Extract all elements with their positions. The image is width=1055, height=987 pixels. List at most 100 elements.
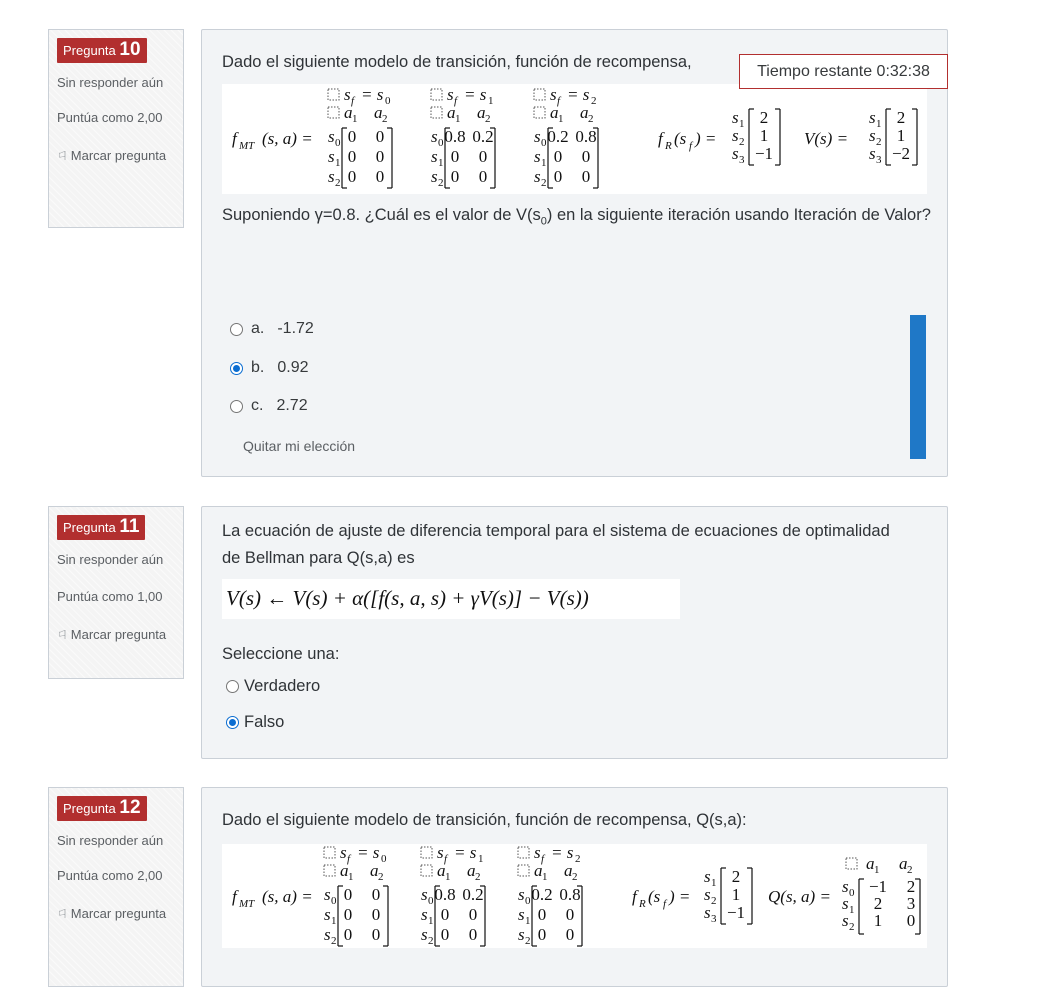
state-label: s (421, 885, 428, 904)
matrix-cell: 0 (441, 925, 450, 944)
state-label: s (534, 127, 541, 146)
action-sub: 2 (907, 864, 913, 876)
option-true-radio[interactable] (226, 680, 239, 693)
option-false[interactable]: Falso (226, 713, 284, 732)
fr-args: (s (648, 887, 661, 906)
state-label: s (431, 127, 438, 146)
formula-svg: f MT (s, a) =s f = s 0a 1 a 2s 0 0 0s 1 0 0s 2 0 0s f = s 1a… (232, 844, 921, 947)
sf-header-sub: 0 (385, 95, 391, 107)
state-label: s (328, 167, 335, 186)
q-cell: 1 (874, 911, 883, 930)
state-label: s (704, 867, 711, 886)
flag-question-link[interactable]: ⚐ Marcar pregunta (57, 901, 175, 927)
matrix-cell: 0.2 (462, 885, 483, 904)
state-sub: 0 (849, 887, 855, 899)
action-sub: 2 (572, 871, 578, 883)
option-value: 2.72 (276, 397, 308, 414)
reward-value: 2 (732, 867, 741, 886)
state-sub: 1 (876, 118, 882, 130)
question-text-intro: Dado el siguiente modelo de transición, … (222, 53, 692, 71)
matrix-cell: 0.2 (472, 127, 493, 146)
state-label: s (732, 108, 739, 127)
question-number: 12 (119, 797, 141, 818)
state-label: s (704, 885, 711, 904)
sf-header-sub: 2 (591, 95, 597, 107)
matrix-cell: 0 (469, 905, 478, 924)
state-sub: 0 (331, 895, 337, 907)
state-sub: 2 (541, 177, 547, 189)
sf-header-sub: 1 (488, 95, 494, 107)
reward-value: 1 (760, 126, 769, 145)
matrix-cell: 0 (479, 147, 488, 166)
reward-value: 2 (760, 108, 769, 127)
missing-glyph-box (517, 864, 530, 877)
option-b[interactable]: b. 0.92 (230, 359, 308, 377)
question-content-10: Dado el siguiente modelo de transición, … (201, 29, 948, 477)
state-sub: 1 (428, 915, 434, 927)
state-sub: 3 (876, 154, 882, 166)
fmt-args: (s, a) = (262, 129, 313, 148)
matrix-cell: 0 (451, 147, 460, 166)
option-b-radio[interactable] (230, 361, 243, 375)
state-label: s (518, 885, 525, 904)
matrix-cell: 0 (344, 925, 353, 944)
state-label: s (534, 167, 541, 186)
flag-icon: ⚐ (57, 627, 68, 642)
value-entry: −2 (892, 144, 910, 163)
state-label: s (869, 108, 876, 127)
option-false-radio[interactable] (226, 716, 239, 729)
matrix-cell: 0 (566, 905, 575, 924)
sf-header-sub: 2 (575, 853, 581, 865)
flag-icon: ⚐ (57, 906, 68, 921)
v-symbol: V(s) = (804, 129, 848, 148)
option-a-radio[interactable] (230, 322, 243, 336)
question-text-intro: La ecuación de ajuste de diferencia temp… (222, 522, 890, 567)
sf-header: = s (454, 844, 477, 862)
question-info-10: Pregunta 10 Sin responder aún Puntúa com… (48, 29, 184, 228)
state-label: s (518, 925, 525, 944)
flag-label: Marcar pregunta (70, 905, 167, 921)
fr-sub: R (638, 898, 646, 910)
state-sub: 1 (335, 157, 341, 169)
state-label: s (324, 885, 331, 904)
option-c[interactable]: c. 2.72 (230, 397, 308, 415)
state-label: s (328, 147, 335, 166)
action-sub: 2 (378, 871, 384, 883)
option-true[interactable]: Verdadero (226, 677, 320, 696)
state-sub: 2 (525, 935, 531, 947)
state-label: s (869, 144, 876, 163)
scrollbar-thumb[interactable] (910, 315, 926, 459)
state-label: s (732, 126, 739, 145)
matrix-cell: 0.2 (531, 885, 552, 904)
action-sub: 1 (348, 871, 354, 883)
missing-glyph-box (323, 864, 336, 877)
matrix-cell: 0 (348, 127, 357, 146)
state-label: s (518, 905, 525, 924)
flag-question-link[interactable]: ⚐ Marcar pregunta (57, 143, 175, 169)
matrix-cell: 0 (566, 925, 575, 944)
flag-question-link[interactable]: ⚐ Marcar pregunta (57, 622, 175, 648)
matrix-cell: 0 (376, 167, 385, 186)
state-sub: 0 (335, 137, 341, 149)
fmt-sub: MT (238, 898, 255, 910)
option-c-radio[interactable] (230, 399, 243, 413)
state-label: s (431, 147, 438, 166)
state-sub: 2 (739, 136, 745, 148)
matrix-cell: 0 (376, 147, 385, 166)
option-a[interactable]: a. -1.72 (230, 320, 314, 338)
option-value: 0.92 (277, 359, 309, 376)
question-number: 10 (119, 39, 141, 60)
matrix-cell: 0 (451, 167, 460, 186)
sf-header: s (550, 85, 557, 104)
missing-glyph-box (323, 846, 336, 859)
question-number-badge: Pregunta 10 (57, 38, 147, 63)
state-sub: 2 (849, 921, 855, 933)
flag-label: Marcar pregunta (70, 626, 167, 642)
fr-args-sub: f (663, 898, 668, 910)
state-label: s (421, 925, 428, 944)
clear-choice-link[interactable]: Quitar mi elección (243, 438, 355, 454)
question-state: Sin responder aún (57, 75, 164, 90)
question-number-badge: Pregunta 12 (57, 796, 147, 821)
state-label: s (534, 147, 541, 166)
option-value: Falso (244, 713, 285, 731)
